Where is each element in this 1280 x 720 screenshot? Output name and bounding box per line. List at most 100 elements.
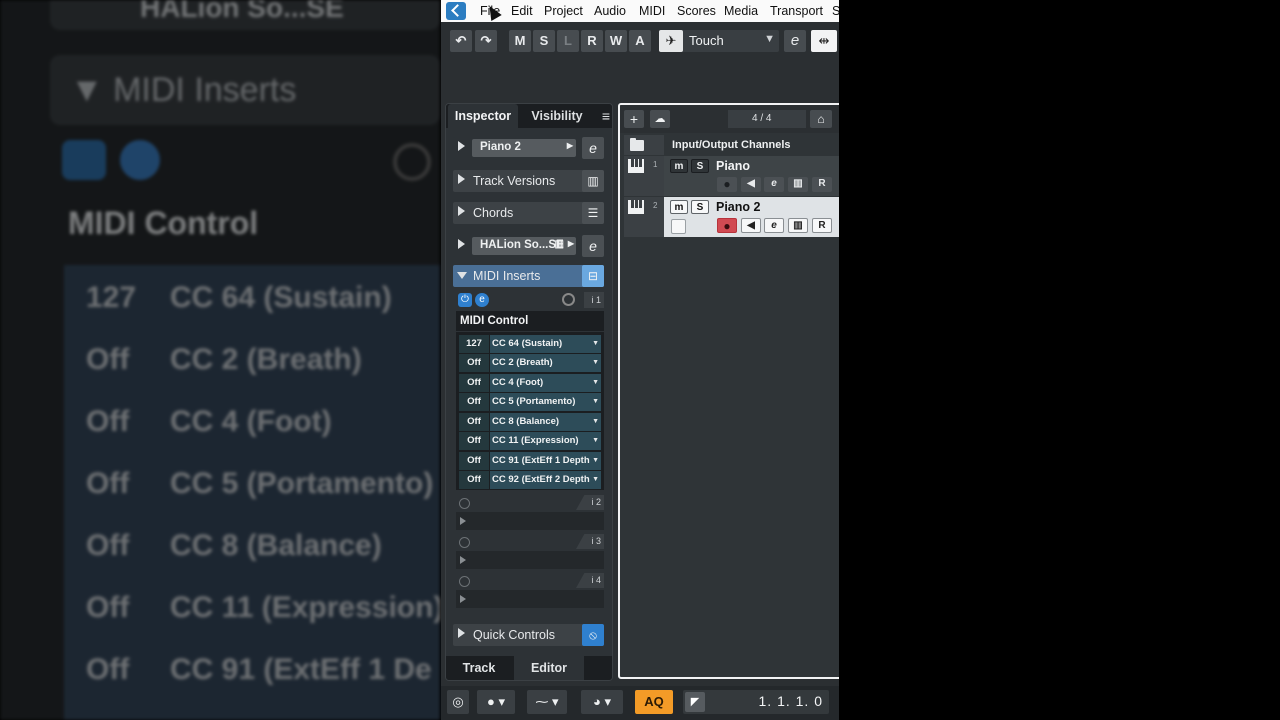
power-icon[interactable]	[459, 537, 470, 548]
undo-icon[interactable]: ↶	[450, 30, 472, 52]
read-automation-button[interactable]: R	[812, 177, 832, 192]
cc-row[interactable]: Off CC 11 (Expression) ▼	[459, 432, 601, 450]
folder-track[interactable]: Input/Output Channels	[624, 135, 839, 155]
tab-inspector[interactable]: Inspector	[448, 104, 518, 128]
folder-icon	[630, 138, 644, 151]
listen-all-button[interactable]: L	[557, 30, 579, 52]
track-row-selected[interactable]: 2 m S Piano 2 ● ◀ e ▥ R	[624, 197, 839, 237]
cc-row[interactable]: Off CC 5 (Portamento) ▼	[459, 393, 601, 411]
instrument-icon[interactable]: ▥	[788, 177, 808, 192]
locator-icon[interactable]: ◤	[685, 692, 705, 712]
expand-arrow-icon	[458, 174, 465, 184]
instrument-icon[interactable]: ▥	[788, 218, 808, 233]
cc-row[interactable]: 127 CC 64 (Sustain) ▼	[459, 335, 601, 353]
cc-row[interactable]: Off CC 91 (ExtEff 1 Depth ▼	[459, 452, 601, 470]
menu-scores[interactable]: Scores	[677, 4, 716, 18]
expand-arrow-icon	[460, 595, 466, 603]
mute-button[interactable]: m	[670, 159, 688, 173]
menu-project[interactable]: Project	[544, 4, 583, 18]
instrument-slot[interactable]: HALion So...SE ▥ ▶	[472, 237, 576, 255]
track-name-field[interactable]: Piano 2 ▶	[472, 139, 576, 157]
time-display[interactable]: ◤ 1. 1. 1. 0	[683, 690, 829, 714]
menu-midi[interactable]: MIDI	[639, 4, 665, 18]
metronome-select[interactable]: ◕ ▾	[581, 690, 623, 714]
home-icon[interactable]: ⌂	[810, 110, 832, 128]
tab-visibility[interactable]: Visibility	[522, 104, 592, 128]
insert-slot-3[interactable]: i 3	[456, 534, 604, 570]
read-all-button[interactable]: R	[581, 30, 603, 52]
power-icon[interactable]	[459, 498, 470, 509]
solo-button[interactable]: S	[691, 159, 709, 173]
automation-all-button[interactable]: A	[629, 30, 651, 52]
read-automation-button[interactable]: R	[812, 218, 832, 233]
instrument-section[interactable]: HALion So...SE ▥ ▶ e	[453, 235, 604, 257]
insert-slot-4[interactable]: i 4	[456, 573, 604, 609]
track-name: Piano	[716, 159, 751, 173]
insert-slot-2[interactable]: i 2	[456, 495, 604, 531]
monitor-icon[interactable]: ◀	[741, 218, 761, 233]
edit-channel-icon[interactable]: e	[764, 177, 784, 192]
track-presets-icon[interactable]: ☁	[650, 110, 670, 128]
audio-mode-select[interactable]: ⁓ ▾	[527, 690, 567, 714]
tab-editor[interactable]: Editor	[514, 656, 584, 680]
write-all-button[interactable]: W	[605, 30, 627, 52]
bypass-icon[interactable]	[562, 293, 575, 306]
empty-insert-field[interactable]	[456, 512, 604, 530]
menu-more[interactable]: S	[832, 4, 839, 18]
record-enable-icon[interactable]: ●	[717, 177, 737, 192]
empty-insert-field[interactable]	[456, 551, 604, 569]
power-icon[interactable]	[459, 576, 470, 587]
track-name-section[interactable]: Piano 2 ▶ e	[453, 137, 604, 159]
edit-instrument-icon[interactable]: e	[582, 235, 604, 257]
track-count: 4 / 4	[728, 110, 806, 128]
mute-all-button[interactable]: M	[509, 30, 531, 52]
quick-controls-section[interactable]: Quick Controls ⦸	[453, 624, 604, 646]
record-enable-icon[interactable]: ●	[717, 218, 737, 233]
app-logo-icon[interactable]	[446, 2, 466, 20]
track-list: Input/Output Channels 1 m S Piano ● ◀ e	[624, 135, 839, 675]
track-versions-label: Track Versions	[473, 174, 556, 188]
bg-cc-row: Off CC 4 (Foot)	[86, 405, 332, 438]
performance-icon[interactable]: ◎	[447, 690, 469, 714]
project-window: + ☁ 4 / 4 ⌂ Input/Output Channels 1 m S …	[618, 103, 839, 679]
cc-row[interactable]: Off CC 2 (Breath) ▼	[459, 354, 601, 372]
edit-insert-icon[interactable]: e	[475, 293, 489, 307]
bg-bypass-icon	[393, 143, 431, 181]
mute-button[interactable]: m	[670, 200, 688, 214]
chevron-down-icon: ▼	[592, 437, 599, 444]
expand-arrow-icon	[458, 206, 465, 216]
solo-all-button[interactable]: S	[533, 30, 555, 52]
menu-edit[interactable]: Edit	[511, 4, 533, 18]
cc-row[interactable]: Off CC 4 (Foot) ▼	[459, 374, 601, 392]
menu-audio[interactable]: Audio	[594, 4, 626, 18]
empty-insert-field[interactable]	[456, 590, 604, 608]
track-versions-section[interactable]: Track Versions ▥	[453, 170, 604, 192]
cc-row[interactable]: Off CC 8 (Balance) ▼	[459, 413, 601, 431]
monitor-icon[interactable]: ◀	[741, 177, 761, 192]
edit-instrument-icon[interactable]: e	[784, 30, 806, 52]
main-toolbar: ↶ ↷ M S L R W A ✈ Touch ▼ e ⇹	[441, 27, 839, 57]
auto-quantize-button[interactable]: AQ	[635, 690, 673, 714]
cc-row[interactable]: Off CC 92 (ExtEff 2 Depth ▼	[459, 471, 601, 489]
inspector-menu-icon[interactable]: ≡	[602, 108, 610, 124]
chords-section[interactable]: Chords ☰	[453, 202, 604, 224]
menu-transport[interactable]: Transport	[770, 4, 823, 18]
power-icon[interactable]: ⏻	[458, 293, 472, 307]
edit-channel-icon[interactable]: e	[582, 137, 604, 159]
track-select-checkbox[interactable]	[671, 219, 686, 234]
automation-mode-select[interactable]: ✈ Touch ▼	[659, 30, 779, 52]
track-row[interactable]: 1 m S Piano ● ◀ e ▥ R	[624, 156, 839, 196]
quick-controls-icon[interactable]: ⦸	[582, 624, 604, 646]
expand-arrow-icon	[460, 517, 466, 525]
midi-inserts-section[interactable]: MIDI Inserts ⊟	[453, 265, 604, 287]
record-mode-select[interactable]: ● ▾	[477, 690, 515, 714]
bg-cc-table: 127 CC 64 (Sustain) Off CC 2 (Breath) Off C…	[64, 265, 440, 720]
expand-arrow-icon	[458, 628, 465, 638]
solo-button[interactable]: S	[691, 200, 709, 214]
menu-media[interactable]: Media	[724, 4, 758, 18]
tab-track[interactable]: Track	[446, 656, 512, 680]
object-selection-tool-icon[interactable]: ⇹	[811, 30, 837, 52]
add-track-icon[interactable]: +	[624, 110, 644, 128]
redo-icon[interactable]: ↷	[475, 30, 497, 52]
edit-channel-icon[interactable]: e	[764, 218, 784, 233]
